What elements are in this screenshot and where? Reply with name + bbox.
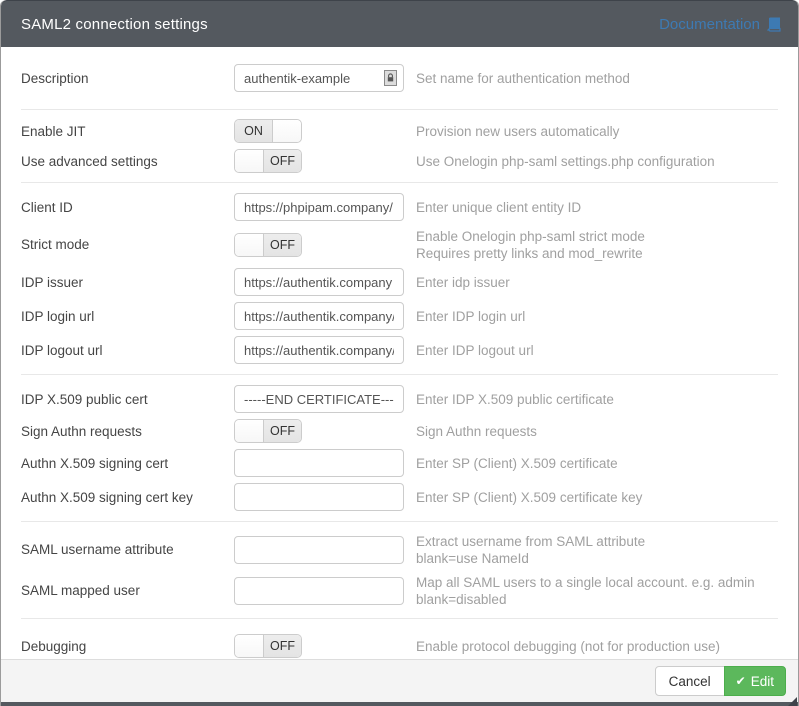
dialog-title: SAML2 connection settings	[21, 16, 208, 33]
toggle-state-label: ON	[235, 120, 272, 142]
helper-text: Enter unique client entity ID	[416, 199, 581, 216]
field-label-authn-cert: Authn X.509 signing cert	[21, 456, 234, 471]
helper-text: Provision new users automatically	[416, 123, 619, 140]
section-jit-advanced: Enable JIT ON Provision new users automa…	[21, 110, 778, 183]
sign-authn-requests-toggle[interactable]: OFF	[234, 419, 302, 443]
toggle-knob	[235, 150, 264, 172]
field-label-idp-login-url: IDP login url	[21, 309, 234, 324]
client-id-input[interactable]	[234, 193, 404, 221]
dialog-body: Description Set name for authentication …	[1, 47, 798, 659]
section-debugging: Debugging OFF Enable protocol debugging …	[21, 619, 778, 659]
documentation-link-label: Documentation	[659, 16, 760, 33]
field-label-username-attribute: SAML username attribute	[21, 542, 234, 557]
form-row: Sign Authn requests OFF Sign Authn reque…	[21, 419, 778, 443]
field-label-advanced-settings: Use advanced settings	[21, 154, 234, 169]
field-label-strict-mode: Strict mode	[21, 237, 234, 252]
authn-signing-cert-key-input[interactable]	[234, 483, 404, 511]
form-row: IDP issuer Enter idp issuer	[21, 268, 778, 296]
form-row: Strict mode OFF Enable Onelogin php-saml…	[21, 227, 778, 262]
section-user-mapping: SAML username attribute Extract username…	[21, 522, 778, 619]
authn-signing-cert-input[interactable]	[234, 449, 404, 477]
helper-text: Enable Onelogin php-saml strict mode	[416, 228, 645, 245]
idp-login-url-input[interactable]	[234, 302, 404, 330]
helper-text-line2: Requires pretty links and mod_rewrite	[416, 245, 645, 262]
toggle-knob	[235, 234, 264, 256]
helper-text: Enable protocol debugging (not for produ…	[416, 638, 720, 655]
field-label-enable-jit: Enable JIT	[21, 124, 234, 139]
field-label-client-id: Client ID	[21, 200, 234, 215]
field-label-idp-cert: IDP X.509 public cert	[21, 392, 234, 407]
form-row: Authn X.509 signing cert Enter SP (Clien…	[21, 449, 778, 477]
helper-text: Map all SAML users to a single local acc…	[416, 574, 755, 591]
idp-issuer-input[interactable]	[234, 268, 404, 296]
check-icon: ✔	[736, 675, 746, 687]
use-advanced-settings-toggle[interactable]: OFF	[234, 149, 302, 173]
form-row: SAML username attribute Extract username…	[21, 532, 778, 567]
idp-logout-url-input[interactable]	[234, 336, 404, 364]
dialog-footer: Cancel ✔ Edit	[1, 659, 798, 702]
helper-text: Enter idp issuer	[416, 274, 510, 291]
form-row: SAML mapped user Map all SAML users to a…	[21, 573, 778, 608]
section-certificates: IDP X.509 public cert Enter IDP X.509 pu…	[21, 375, 778, 522]
form-row: Enable JIT ON Provision new users automa…	[21, 119, 778, 143]
form-row: IDP X.509 public cert Enter IDP X.509 pu…	[21, 385, 778, 413]
form-row: Authn X.509 signing cert key Enter SP (C…	[21, 483, 778, 511]
helper-text: Set name for authentication method	[416, 70, 630, 87]
toggle-state-label: OFF	[264, 635, 301, 657]
helper-text: Extract username from SAML attribute	[416, 533, 645, 550]
form-row: Use advanced settings OFF Use Onelogin p…	[21, 149, 778, 173]
cancel-button[interactable]: Cancel	[655, 666, 725, 696]
saml2-settings-dialog: SAML2 connection settings Documentation …	[0, 0, 799, 706]
form-row: IDP login url Enter IDP login url	[21, 302, 778, 330]
saml-mapped-user-input[interactable]	[234, 577, 404, 605]
form-row: Description Set name for authentication …	[21, 64, 778, 92]
field-label-mapped-user: SAML mapped user	[21, 583, 234, 598]
saml-username-attribute-input[interactable]	[234, 536, 404, 564]
section-idp-connection: Client ID Enter unique client entity ID …	[21, 183, 778, 375]
helper-text: Enter IDP login url	[416, 308, 525, 325]
helper-text: Enter IDP logout url	[416, 342, 534, 359]
helper-text: Sign Authn requests	[416, 423, 537, 440]
form-row: IDP logout url Enter IDP logout url	[21, 336, 778, 364]
toggle-state-label: OFF	[264, 150, 301, 172]
dialog-header: SAML2 connection settings Documentation	[1, 0, 798, 47]
documentation-link[interactable]: Documentation	[659, 16, 783, 33]
description-input[interactable]	[234, 64, 404, 92]
dialog-bottom-edge	[1, 702, 798, 706]
resize-grip[interactable]	[788, 697, 797, 706]
helper-text-line2: blank=use NameId	[416, 550, 645, 567]
edit-button[interactable]: ✔ Edit	[724, 666, 786, 696]
field-label-sign-authn: Sign Authn requests	[21, 424, 234, 439]
field-label-description: Description	[21, 71, 234, 86]
toggle-state-label: OFF	[264, 234, 301, 256]
form-row: Client ID Enter unique client entity ID	[21, 193, 778, 221]
enable-jit-toggle[interactable]: ON	[234, 119, 302, 143]
helper-text: Use Onelogin php-saml settings.php confi…	[416, 153, 715, 170]
toggle-state-label: OFF	[264, 420, 301, 442]
helper-text: Enter SP (Client) X.509 certificate	[416, 455, 618, 472]
field-label-debugging: Debugging	[21, 639, 234, 654]
field-label-idp-issuer: IDP issuer	[21, 275, 234, 290]
toggle-knob	[272, 120, 301, 142]
section-description: Description Set name for authentication …	[21, 47, 778, 110]
helper-text: Enter SP (Client) X.509 certificate key	[416, 489, 642, 506]
idp-public-cert-input[interactable]	[234, 385, 404, 413]
field-label-authn-cert-key: Authn X.509 signing cert key	[21, 490, 234, 505]
field-label-idp-logout-url: IDP logout url	[21, 343, 234, 358]
strict-mode-toggle[interactable]: OFF	[234, 233, 302, 257]
debugging-toggle[interactable]: OFF	[234, 634, 302, 658]
toggle-knob	[235, 635, 264, 657]
toggle-knob	[235, 420, 264, 442]
form-row: Debugging OFF Enable protocol debugging …	[21, 634, 778, 658]
edit-button-label: Edit	[751, 674, 774, 689]
helper-text: Enter IDP X.509 public certificate	[416, 391, 614, 408]
helper-text-line2: blank=disabled	[416, 591, 755, 608]
book-icon	[766, 17, 783, 32]
